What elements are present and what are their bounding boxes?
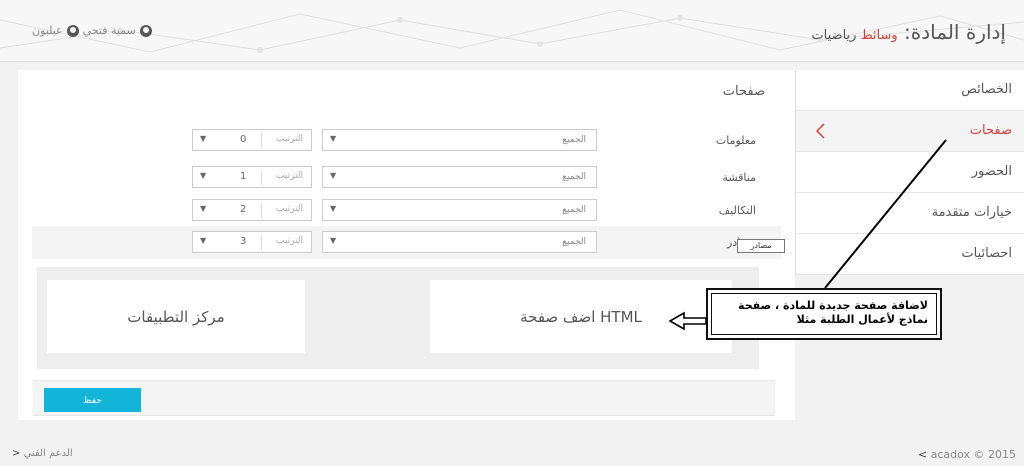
visibility-value: الجميع <box>562 172 586 182</box>
order-value: 3 <box>240 236 247 247</box>
page-row-discussion: مناقشة الجميع ▼ الترتيب 1 ▼ <box>32 161 781 194</box>
tooltip: مصادر <box>737 239 785 253</box>
annotation-callout: لاضافة صفحة جديدة للمادة ، صفحة نماذج لأ… <box>706 288 942 340</box>
page-title: إدارة المادة: وسائط رياضيات <box>811 20 1006 44</box>
order-select[interactable]: الترتيب 3 ▼ <box>192 231 312 253</box>
order-value: 1 <box>240 171 247 182</box>
save-button[interactable]: حفظ <box>44 388 141 412</box>
visibility-select[interactable]: الجميع ▼ <box>322 199 597 221</box>
visibility-value: الجميع <box>562 205 586 215</box>
order-value: 2 <box>240 204 247 215</box>
copyright: < acadox © 2015 <box>918 448 1016 461</box>
save-bar: حفظ <box>33 380 775 416</box>
order-label: الترتيب <box>276 171 303 181</box>
visibility-select[interactable]: الجميع ▼ <box>322 231 597 253</box>
section-title: صفحات <box>722 84 765 99</box>
course-name: رياضيات <box>811 28 857 43</box>
apps-center-card[interactable]: مركز التطبيقات <box>47 280 305 353</box>
sidebar-item-label: الخصائص <box>961 82 1012 97</box>
sidebar-item-pages[interactable]: صفحات <box>796 111 1024 152</box>
course-users: سمية فتحي عيلبون <box>32 24 152 37</box>
page-row-label: معلومات <box>715 134 756 147</box>
sidebar-item-attendance[interactable]: الحضور <box>796 152 1024 193</box>
caret-down-icon: ▼ <box>330 171 337 180</box>
sidebar-item-properties[interactable]: الخصائص <box>796 70 1024 111</box>
sidebar-item-advanced[interactable]: خيارات متقدمة <box>796 193 1024 234</box>
support-link[interactable]: الدعم الفني < <box>12 448 73 459</box>
course-sidebar: الخصائص صفحات الحضور خيارات متقدمة احصائ… <box>795 70 1024 275</box>
order-label: الترتيب <box>276 134 303 144</box>
support-label: الدعم الفني <box>23 448 73 459</box>
user-name-1[interactable]: سمية فتحي <box>83 24 136 37</box>
sidebar-item-label: الحضور <box>971 164 1012 179</box>
page-type-cards: مركز التطبيقات اضف صفحة HTML <box>37 267 759 369</box>
chevron-icon: < <box>917 448 928 461</box>
caret-down-icon: ▼ <box>200 134 207 143</box>
sidebar-item-label: احصائيات <box>961 246 1012 261</box>
chevron-icon: < <box>12 448 21 459</box>
caret-down-icon: ▼ <box>330 134 337 143</box>
visibility-select[interactable]: الجميع ▼ <box>322 166 597 188</box>
caret-down-icon: ▼ <box>330 236 337 245</box>
user-name-2[interactable]: عيلبون <box>32 24 63 37</box>
visibility-select[interactable]: الجميع ▼ <box>322 129 597 151</box>
annotation-line-2: نماذج لأعمال الطلبة مثلا <box>796 313 928 326</box>
order-label: الترتيب <box>276 204 303 214</box>
chevron-left-icon <box>815 123 825 139</box>
visibility-value: الجميع <box>562 237 586 247</box>
order-select[interactable]: الترتيب 2 ▼ <box>192 199 312 221</box>
sidebar-item-label: خيارات متقدمة <box>931 205 1012 220</box>
annotation-line-1: لاضافة صفحة جديدة للمادة ، صفحة <box>738 299 928 312</box>
page-title-text: إدارة المادة: <box>904 20 1006 44</box>
order-select[interactable]: الترتيب 0 ▼ <box>192 129 312 151</box>
add-html-page-card[interactable]: اضف صفحة HTML <box>430 280 732 353</box>
page-row-assignments: التكاليف الجميع ▼ الترتيب 2 ▼ <box>32 194 781 227</box>
caret-down-icon: ▼ <box>200 171 207 180</box>
copyright-text: acadox © 2015 <box>930 448 1016 461</box>
course-link[interactable]: وسائط <box>861 28 898 43</box>
page-row-resources: مصادر الجميع ▼ الترتيب 3 ▼ <box>32 226 781 259</box>
order-label: الترتيب <box>276 236 303 246</box>
page-row-label: مناقشة <box>722 171 756 184</box>
order-select[interactable]: الترتيب 1 ▼ <box>192 166 312 188</box>
visibility-value: الجميع <box>562 135 586 145</box>
sidebar-item-label: صفحات <box>969 123 1012 138</box>
page-row-label: التكاليف <box>718 204 756 217</box>
caret-down-icon: ▼ <box>330 204 337 213</box>
page-row-info: معلومات الجميع ▼ الترتيب 0 ▼ <box>32 124 781 157</box>
user-icon <box>139 24 152 37</box>
caret-down-icon: ▼ <box>200 236 207 245</box>
page-header: إدارة المادة: وسائط رياضيات سمية فتحي عي… <box>0 0 1024 62</box>
user-icon <box>66 24 79 37</box>
sidebar-item-statistics[interactable]: احصائيات <box>796 234 1024 275</box>
order-value: 0 <box>240 134 247 145</box>
caret-down-icon: ▼ <box>200 204 207 213</box>
